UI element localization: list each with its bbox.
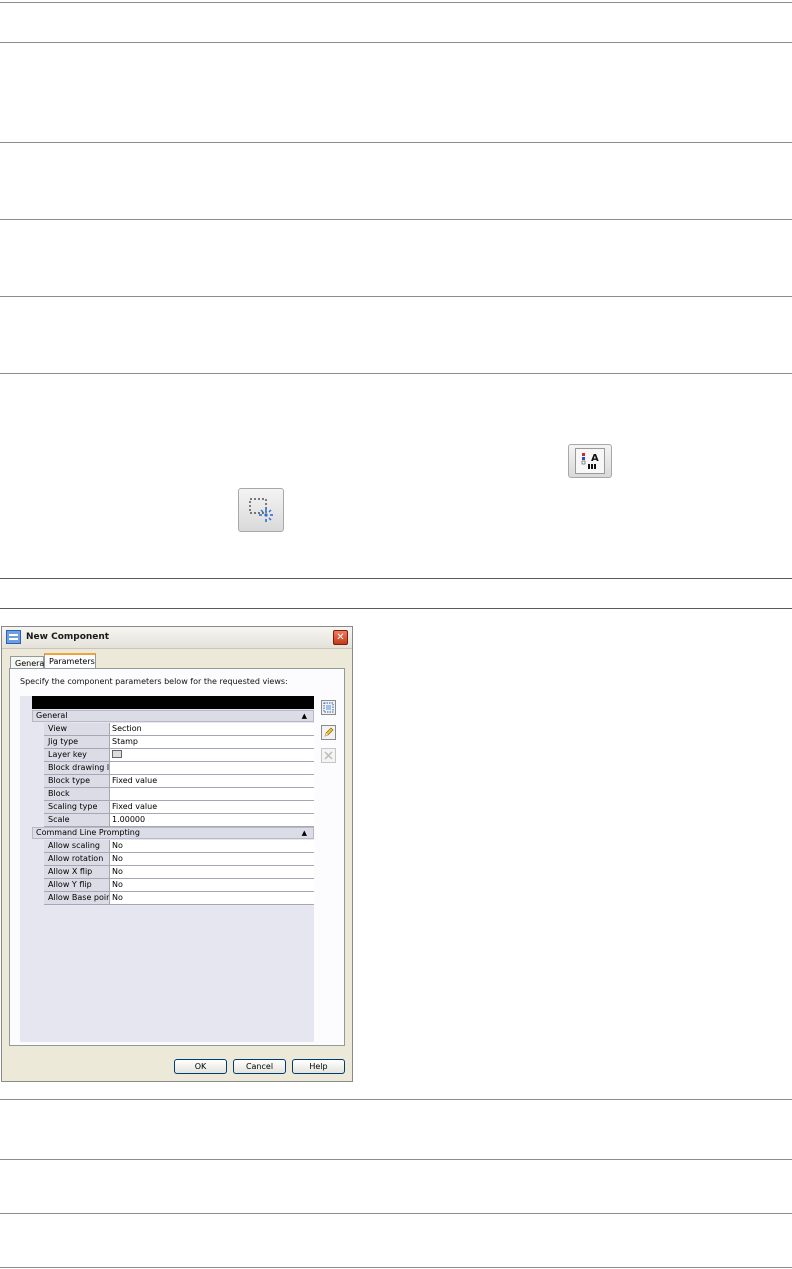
- property-row-view[interactable]: View Section: [44, 723, 314, 736]
- property-name: Allow scaling: [44, 840, 110, 852]
- property-value[interactable]: No: [110, 892, 314, 904]
- property-value[interactable]: Stamp: [110, 736, 314, 748]
- property-name: Allow rotation: [44, 853, 110, 865]
- property-row-allow-scaling[interactable]: Allow scaling No: [44, 840, 314, 853]
- property-row-allow-y-flip[interactable]: Allow Y flip No: [44, 879, 314, 892]
- category-command-line-prompting[interactable]: Command Line Prompting ▲: [32, 827, 314, 839]
- category-label: General: [36, 711, 68, 720]
- edit-button[interactable]: [321, 725, 336, 740]
- property-name: View: [44, 723, 110, 735]
- property-row-scaling-type[interactable]: Scaling type Fixed value: [44, 801, 314, 814]
- collapse-arrow-icon[interactable]: ▲: [302, 711, 307, 721]
- cancel-button[interactable]: Cancel: [233, 1059, 286, 1074]
- property-value[interactable]: 1.00000: [110, 814, 314, 826]
- divider-line: [0, 1099, 792, 1100]
- button-label: OK: [194, 1062, 207, 1071]
- select-objects-button[interactable]: [238, 488, 284, 532]
- property-row-allow-x-flip[interactable]: Allow X flip No: [44, 866, 314, 879]
- close-icon: ✕: [336, 632, 345, 643]
- divider-line: [0, 2, 792, 3]
- property-row-block-type[interactable]: Block type Fixed value: [44, 775, 314, 788]
- property-value[interactable]: No: [110, 879, 314, 891]
- dialog-titlebar: New Component ✕: [2, 627, 352, 649]
- property-name: Layer key: [44, 749, 110, 761]
- edit-pencil-icon: [324, 727, 334, 737]
- property-value[interactable]: No: [110, 840, 314, 852]
- instruction-text: Specify the component parameters below f…: [20, 677, 288, 686]
- divider-line: [0, 1159, 792, 1160]
- close-button[interactable]: ✕: [333, 630, 348, 645]
- property-row-jig-type[interactable]: Jig type Stamp: [44, 736, 314, 749]
- property-name: Allow X flip: [44, 866, 110, 878]
- divider-line: [0, 42, 792, 43]
- property-row-allow-base-point[interactable]: Allow Base point No: [44, 892, 314, 905]
- category-general[interactable]: General ▲: [32, 710, 314, 722]
- property-name: Block drawing l...: [44, 762, 110, 774]
- property-row-layer-key[interactable]: Layer key: [44, 749, 314, 762]
- tab-general[interactable]: General: [10, 656, 47, 668]
- add-view-button[interactable]: [321, 700, 336, 715]
- button-label: Help: [309, 1062, 328, 1071]
- new-component-dialog: New Component ✕ General Parameters Speci…: [1, 626, 353, 1082]
- collapse-arrow-icon[interactable]: ▲: [302, 828, 307, 838]
- grid-header: [32, 696, 314, 709]
- property-value[interactable]: Section: [110, 723, 314, 735]
- property-value[interactable]: [110, 788, 314, 800]
- property-value[interactable]: [110, 762, 314, 774]
- property-row-block[interactable]: Block: [44, 788, 314, 801]
- divider-line: [0, 608, 792, 609]
- property-grid: General ▲ View Section Jig type Stamp La…: [20, 696, 314, 1042]
- add-view-icon: [323, 702, 334, 713]
- layer-key-icon[interactable]: [112, 749, 122, 758]
- tab-label: General: [15, 659, 47, 668]
- parameters-page: Specify the component parameters below f…: [9, 668, 345, 1046]
- divider-line: [0, 219, 792, 220]
- category-label: Command Line Prompting: [36, 828, 140, 837]
- delete-x-icon: [324, 751, 333, 760]
- dialog-title: New Component: [26, 632, 110, 642]
- divider-line: [0, 296, 792, 297]
- property-value[interactable]: Fixed value: [110, 801, 314, 813]
- property-name: Block: [44, 788, 110, 800]
- divider-line: [0, 578, 792, 579]
- property-row-block-drawing[interactable]: Block drawing l...: [44, 762, 314, 775]
- select-objects-icon: [246, 495, 276, 525]
- property-value[interactable]: [110, 749, 314, 761]
- divider-line: [0, 142, 792, 143]
- app-icon: [6, 630, 21, 644]
- tab-parameters[interactable]: Parameters: [44, 653, 96, 669]
- property-name: Allow Base point: [44, 892, 110, 904]
- layer-key-style-icon: A: [575, 448, 605, 474]
- property-name: Scale: [44, 814, 110, 826]
- button-label: Cancel: [245, 1062, 274, 1071]
- property-name: Jig type: [44, 736, 110, 748]
- ok-button[interactable]: OK: [174, 1059, 227, 1074]
- property-name: Block type: [44, 775, 110, 787]
- svg-text:A: A: [591, 453, 599, 464]
- layer-key-style-button[interactable]: A: [568, 444, 612, 478]
- property-name: Allow Y flip: [44, 879, 110, 891]
- divider-line: [0, 1213, 792, 1214]
- help-button[interactable]: Help: [292, 1059, 345, 1074]
- delete-button[interactable]: [321, 748, 336, 763]
- divider-line: [0, 1267, 792, 1268]
- property-value[interactable]: Fixed value: [110, 775, 314, 787]
- divider-line: [0, 373, 792, 374]
- property-row-allow-rotation[interactable]: Allow rotation No: [44, 853, 314, 866]
- property-value[interactable]: No: [110, 853, 314, 865]
- property-row-scale[interactable]: Scale 1.00000: [44, 814, 314, 827]
- property-value[interactable]: No: [110, 866, 314, 878]
- tab-label: Parameters: [49, 657, 95, 666]
- property-name: Scaling type: [44, 801, 110, 813]
